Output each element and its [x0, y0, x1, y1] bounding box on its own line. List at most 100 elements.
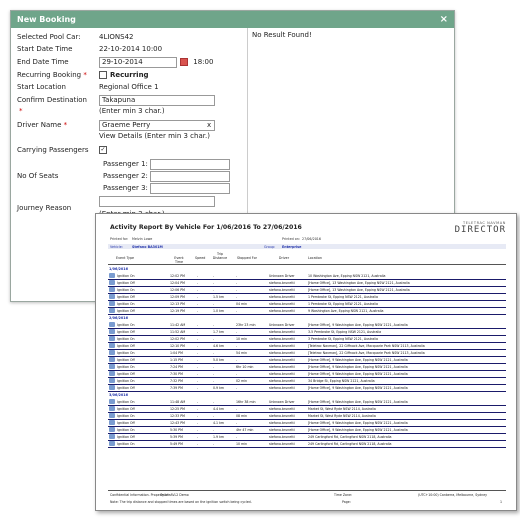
footer-page-value: 1	[500, 500, 503, 504]
table-row: Ignition Off 12:25 PM - 4.4 km - stefano.brun…	[108, 406, 506, 413]
table-row: Ignition Off 12:43 PM - 4.1 km - stefano.brun…	[108, 420, 506, 427]
end-time-value[interactable]: 18:00	[193, 58, 213, 66]
journey-reason-label: Journey Reason	[17, 204, 72, 212]
table-cell: Ignition On	[117, 379, 135, 383]
table-cell: Ignition Off	[117, 330, 135, 334]
table-cell: -	[213, 372, 215, 376]
pool-car-value: 4LIONS42	[99, 33, 134, 41]
table-cell: -	[197, 407, 199, 411]
table-cell: 11:42 AM	[170, 323, 186, 327]
table-cell: 23hr 23 min	[236, 323, 256, 327]
printed-for-value: Melvin Lowe	[132, 237, 153, 241]
table-row: Ignition On 12:06 PM - - - stefano.brunetti [H…	[108, 287, 506, 294]
calendar-icon[interactable]	[180, 58, 188, 66]
table-cell: Ignition Off	[117, 372, 135, 376]
table-cell: -	[197, 344, 199, 348]
table-cell: Ignition Off	[117, 295, 135, 299]
table-cell: -	[213, 281, 215, 285]
table-cell: 1.5 km	[213, 295, 225, 299]
vehicle-icon	[109, 350, 115, 355]
table-cell: [Home Office], 9 Washington Ave, Epping …	[308, 358, 408, 362]
table-cell: stefano.brunetti	[269, 344, 295, 348]
passenger-3-input[interactable]	[150, 183, 230, 194]
table-cell: -	[236, 288, 238, 292]
table-cell: -	[236, 386, 238, 390]
printed-on-value: 27/06/2016	[302, 237, 322, 241]
table-row: Ignition On 12:13 PM - - 04 min stefano.brune…	[108, 301, 506, 308]
table-cell: -	[197, 365, 199, 369]
table-cell: stefano.brunetti	[269, 302, 295, 306]
vehicle-icon	[109, 427, 115, 432]
recurring-checkbox[interactable]	[99, 71, 107, 79]
table-cell: Unknown Driver	[269, 323, 295, 327]
report-date-heading: 1/06/2016	[109, 267, 128, 271]
table-cell: 7:30 PM	[170, 372, 183, 376]
table-cell: 12:10 PM	[170, 344, 185, 348]
vehicle-icon	[109, 294, 115, 299]
table-cell: 1.9 km	[213, 435, 225, 439]
table-cell: 11:52 AM	[170, 330, 186, 334]
table-cell: -	[213, 400, 215, 404]
vehicle-label: Vehicle:	[110, 245, 123, 249]
table-cell: Unknown Driver	[269, 400, 295, 404]
table-cell: Ignition On	[117, 400, 135, 404]
table-cell: 12:13 PM	[170, 302, 185, 306]
activity-report: Activity Report By Vehicle For 1/06/2016…	[95, 213, 517, 511]
table-cell: -	[236, 344, 238, 348]
table-cell: -	[197, 281, 199, 285]
column-header: Location	[308, 256, 322, 260]
view-details-link[interactable]: View Details (Enter min 3 char.)	[99, 130, 210, 142]
required-marker: *	[19, 107, 23, 115]
table-cell: -	[197, 386, 199, 390]
table-cell: stefano.brunetti	[269, 428, 295, 432]
footer-timezone-value: (UTC+10:00) Canberra, Melbourne, Sydney	[418, 493, 488, 497]
table-cell: 16hr 38 min	[236, 400, 256, 404]
column-header: Speed	[195, 256, 206, 260]
table-cell: stefano.brunetti	[269, 442, 295, 446]
pool-car-label: Selected Pool Car:	[17, 33, 81, 41]
carrying-passengers-label: Carrying Passengers	[17, 146, 89, 154]
vehicle-icon	[109, 441, 115, 446]
vehicle-icon	[109, 357, 115, 362]
table-cell: 9 Washington Ave, Epping NSW 2121, Austr…	[308, 309, 384, 313]
footer-owner: OnlineAVL2 Demo	[160, 493, 189, 497]
table-cell: 249 Carlingford Rd, Carlingford NSW 2118…	[308, 442, 392, 446]
table-cell: stefano.brunetti	[269, 386, 295, 390]
table-cell: Ignition On	[117, 302, 135, 306]
table-cell: -	[236, 330, 238, 334]
column-header: Trip Distance	[212, 252, 228, 260]
table-cell: 54 min	[236, 351, 248, 355]
end-date-input[interactable]: 29-10-2014	[99, 57, 177, 68]
table-cell: [Home Office], 9 Washington Ave, Epping …	[308, 323, 408, 327]
table-cell: [Home Office], 9 Washington Ave, Epping …	[308, 386, 408, 390]
table-cell: 7:39 PM	[170, 386, 183, 390]
table-cell: Market St, West Ryde NSW 2114, Australia	[308, 414, 376, 418]
table-cell: -	[213, 302, 215, 306]
group-label: Group:	[264, 245, 276, 249]
journey-reason-input[interactable]	[99, 196, 215, 207]
table-cell: Ignition On	[117, 428, 135, 432]
table-cell: Ignition Off	[117, 309, 135, 313]
table-cell: stefano.brunetti	[269, 421, 295, 425]
table-cell: 4hr 47 min	[236, 428, 254, 432]
passenger-1-label: Passenger 1:	[103, 160, 148, 168]
passenger-2-input[interactable]	[150, 171, 230, 182]
dialog-title: New Booking	[17, 15, 76, 24]
group-value: Enterprise	[282, 245, 302, 249]
passenger-1-input[interactable]	[150, 159, 230, 170]
vehicle-icon	[109, 406, 115, 411]
table-cell: 04 min	[236, 302, 248, 306]
table-cell: -	[197, 372, 199, 376]
carrying-passengers-checkbox[interactable]	[99, 146, 107, 154]
table-cell: Ignition On	[117, 414, 135, 418]
start-datetime-label: Start Date Time	[17, 45, 73, 53]
table-cell: 4.6 km	[213, 344, 225, 348]
table-cell: stefano.brunetti	[269, 309, 295, 313]
table-row: Ignition On 7:24 PM - - 6hr 10 min stefano.br…	[108, 364, 506, 371]
table-cell: Ignition Off	[117, 281, 135, 285]
table-cell: stefano.brunetti	[269, 351, 295, 355]
table-cell: 6hr 10 min	[236, 365, 254, 369]
table-cell: 249 Carlingford Rd, Carlingford NSW 2118…	[308, 435, 392, 439]
table-cell: -	[236, 358, 238, 362]
close-icon[interactable]: ×	[440, 11, 448, 28]
